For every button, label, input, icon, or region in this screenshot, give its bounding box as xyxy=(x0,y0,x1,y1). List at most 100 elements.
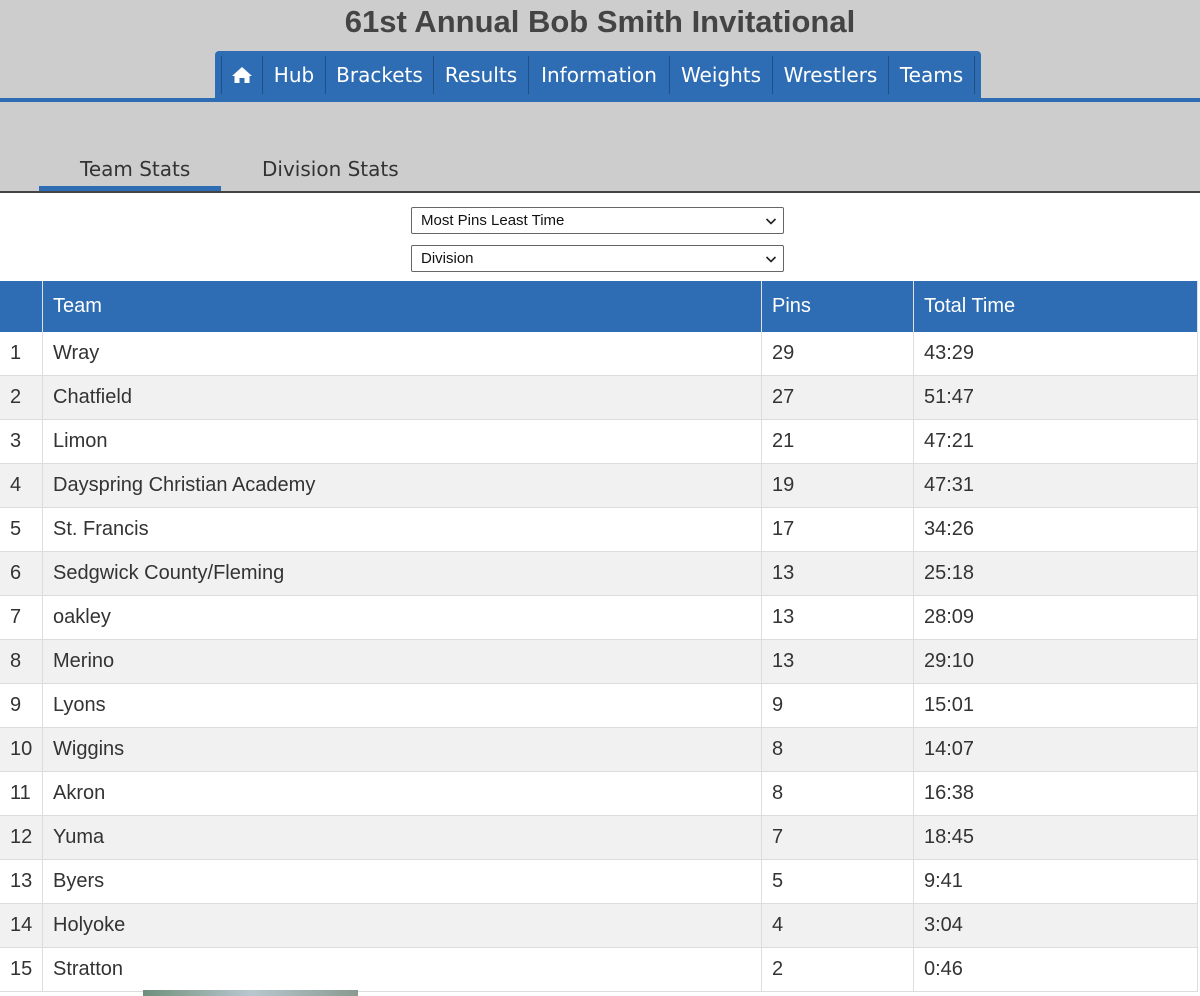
team-cell[interactable]: Dayspring Christian Academy xyxy=(42,463,762,508)
rank-cell: 9 xyxy=(0,683,43,728)
nav-item-results[interactable]: Results xyxy=(433,56,528,94)
rank-cell: 8 xyxy=(0,639,43,684)
team-cell[interactable]: Stratton xyxy=(42,947,762,992)
total-time-cell: 28:09 xyxy=(913,595,1198,640)
rank-cell: 13 xyxy=(0,859,43,904)
pins-cell: 21 xyxy=(761,419,914,464)
rank-cell: 6 xyxy=(0,551,43,596)
pins-cell: 8 xyxy=(761,727,914,772)
total-time-cell: 9:41 xyxy=(913,859,1198,904)
total-time-cell: 51:47 xyxy=(913,375,1198,420)
main-nav: Hub Brackets Results Information Weights… xyxy=(215,51,981,99)
table-row[interactable]: 14 Holyoke 4 3:04 xyxy=(0,903,1198,948)
rank-cell: 1 xyxy=(0,332,43,376)
table-row[interactable]: 10 Wiggins 8 14:07 xyxy=(0,727,1198,772)
total-time-cell: 34:26 xyxy=(913,507,1198,552)
pins-column-header[interactable]: Pins xyxy=(761,281,914,332)
division-select-value: Division xyxy=(421,250,474,267)
rank-cell: 12 xyxy=(0,815,43,860)
rank-cell: 10 xyxy=(0,727,43,772)
nav-item-wrestlers[interactable]: Wrestlers xyxy=(772,56,888,94)
team-cell[interactable]: oakley xyxy=(42,595,762,640)
rank-cell: 2 xyxy=(0,375,43,420)
rank-cell: 5 xyxy=(0,507,43,552)
pins-cell: 19 xyxy=(761,463,914,508)
stat-type-select-value: Most Pins Least Time xyxy=(421,212,565,229)
nav-item-brackets[interactable]: Brackets xyxy=(325,56,433,94)
total-time-cell: 47:31 xyxy=(913,463,1198,508)
nav-divider xyxy=(0,98,1200,102)
total-time-cell: 3:04 xyxy=(913,903,1198,948)
total-time-column-header[interactable]: Total Time xyxy=(913,281,1198,332)
table-row[interactable]: 4 Dayspring Christian Academy 19 47:31 xyxy=(0,463,1198,508)
tab-division-stats[interactable]: Division Stats xyxy=(262,157,399,181)
pins-cell: 8 xyxy=(761,771,914,816)
page-header: 61st Annual Bob Smith Invitational Hub B… xyxy=(0,0,1200,191)
pins-cell: 13 xyxy=(761,639,914,684)
pins-cell: 2 xyxy=(761,947,914,992)
pins-cell: 4 xyxy=(761,903,914,948)
table-row[interactable]: 6 Sedgwick County/Fleming 13 25:18 xyxy=(0,551,1198,596)
chevron-down-icon xyxy=(765,256,777,263)
pins-cell: 13 xyxy=(761,595,914,640)
pins-cell: 17 xyxy=(761,507,914,552)
team-cell[interactable]: Limon xyxy=(42,419,762,464)
pins-cell: 7 xyxy=(761,815,914,860)
total-time-cell: 15:01 xyxy=(913,683,1198,728)
header-divider xyxy=(0,191,1200,193)
table-row[interactable]: 15 Stratton 2 0:46 xyxy=(0,947,1198,992)
pins-cell: 5 xyxy=(761,859,914,904)
team-cell[interactable]: Lyons xyxy=(42,683,762,728)
team-cell[interactable]: Merino xyxy=(42,639,762,684)
table-header-row: Team Pins Total Time xyxy=(0,281,1198,332)
rank-cell: 11 xyxy=(0,771,43,816)
nav-item-hub[interactable]: Hub xyxy=(262,56,325,94)
stat-type-select[interactable]: Most Pins Least Time xyxy=(411,207,784,234)
team-stats-table: Team Pins Total Time 1 Wray 29 43:29 2 Chatfi… xyxy=(0,281,1198,992)
pins-cell: 13 xyxy=(761,551,914,596)
total-time-cell: 43:29 xyxy=(913,332,1198,376)
team-cell[interactable]: Chatfield xyxy=(42,375,762,420)
table-row[interactable]: 11 Akron 8 16:38 xyxy=(0,771,1198,816)
table-row[interactable]: 8 Merino 13 29:10 xyxy=(0,639,1198,684)
table-row[interactable]: 5 St. Francis 17 34:26 xyxy=(0,507,1198,552)
total-time-cell: 0:46 xyxy=(913,947,1198,992)
team-cell[interactable]: Holyoke xyxy=(42,903,762,948)
nav-item-weights[interactable]: Weights xyxy=(669,56,772,94)
table-body: 1 Wray 29 43:29 2 Chatfield 27 51:47 3 Limon 21 47:… xyxy=(0,332,1198,992)
table-row[interactable]: 2 Chatfield 27 51:47 xyxy=(0,375,1198,420)
chevron-down-icon xyxy=(765,218,777,225)
team-cell[interactable]: St. Francis xyxy=(42,507,762,552)
table-row[interactable]: 12 Yuma 7 18:45 xyxy=(0,815,1198,860)
home-icon xyxy=(232,67,252,83)
pins-cell: 27 xyxy=(761,375,914,420)
nav-home-button[interactable] xyxy=(221,56,262,94)
tab-team-stats[interactable]: Team Stats xyxy=(80,157,190,181)
team-cell[interactable]: Wray xyxy=(42,332,762,376)
nav-item-information[interactable]: Information xyxy=(528,56,669,94)
table-row[interactable]: 1 Wray 29 43:29 xyxy=(0,332,1198,376)
team-cell[interactable]: Byers xyxy=(42,859,762,904)
pins-cell: 29 xyxy=(761,332,914,376)
rank-column-header xyxy=(0,281,43,332)
table-row[interactable]: 9 Lyons 9 15:01 xyxy=(0,683,1198,728)
division-select[interactable]: Division xyxy=(411,245,784,272)
team-cell[interactable]: Sedgwick County/Fleming xyxy=(42,551,762,596)
team-column-header[interactable]: Team xyxy=(42,281,762,332)
nav-bar: Hub Brackets Results Information Weights… xyxy=(221,56,975,94)
total-time-cell: 14:07 xyxy=(913,727,1198,772)
total-time-cell: 47:21 xyxy=(913,419,1198,464)
rank-cell: 3 xyxy=(0,419,43,464)
table-row[interactable]: 7 oakley 13 28:09 xyxy=(0,595,1198,640)
nav-item-teams[interactable]: Teams xyxy=(888,56,974,94)
team-cell[interactable]: Wiggins xyxy=(42,727,762,772)
total-time-cell: 25:18 xyxy=(913,551,1198,596)
rank-cell: 14 xyxy=(0,903,43,948)
table-row[interactable]: 3 Limon 21 47:21 xyxy=(0,419,1198,464)
table-row[interactable]: 13 Byers 5 9:41 xyxy=(0,859,1198,904)
rank-cell: 15 xyxy=(0,947,43,992)
team-cell[interactable]: Akron xyxy=(42,771,762,816)
team-cell[interactable]: Yuma xyxy=(42,815,762,860)
total-time-cell: 18:45 xyxy=(913,815,1198,860)
rank-cell: 4 xyxy=(0,463,43,508)
